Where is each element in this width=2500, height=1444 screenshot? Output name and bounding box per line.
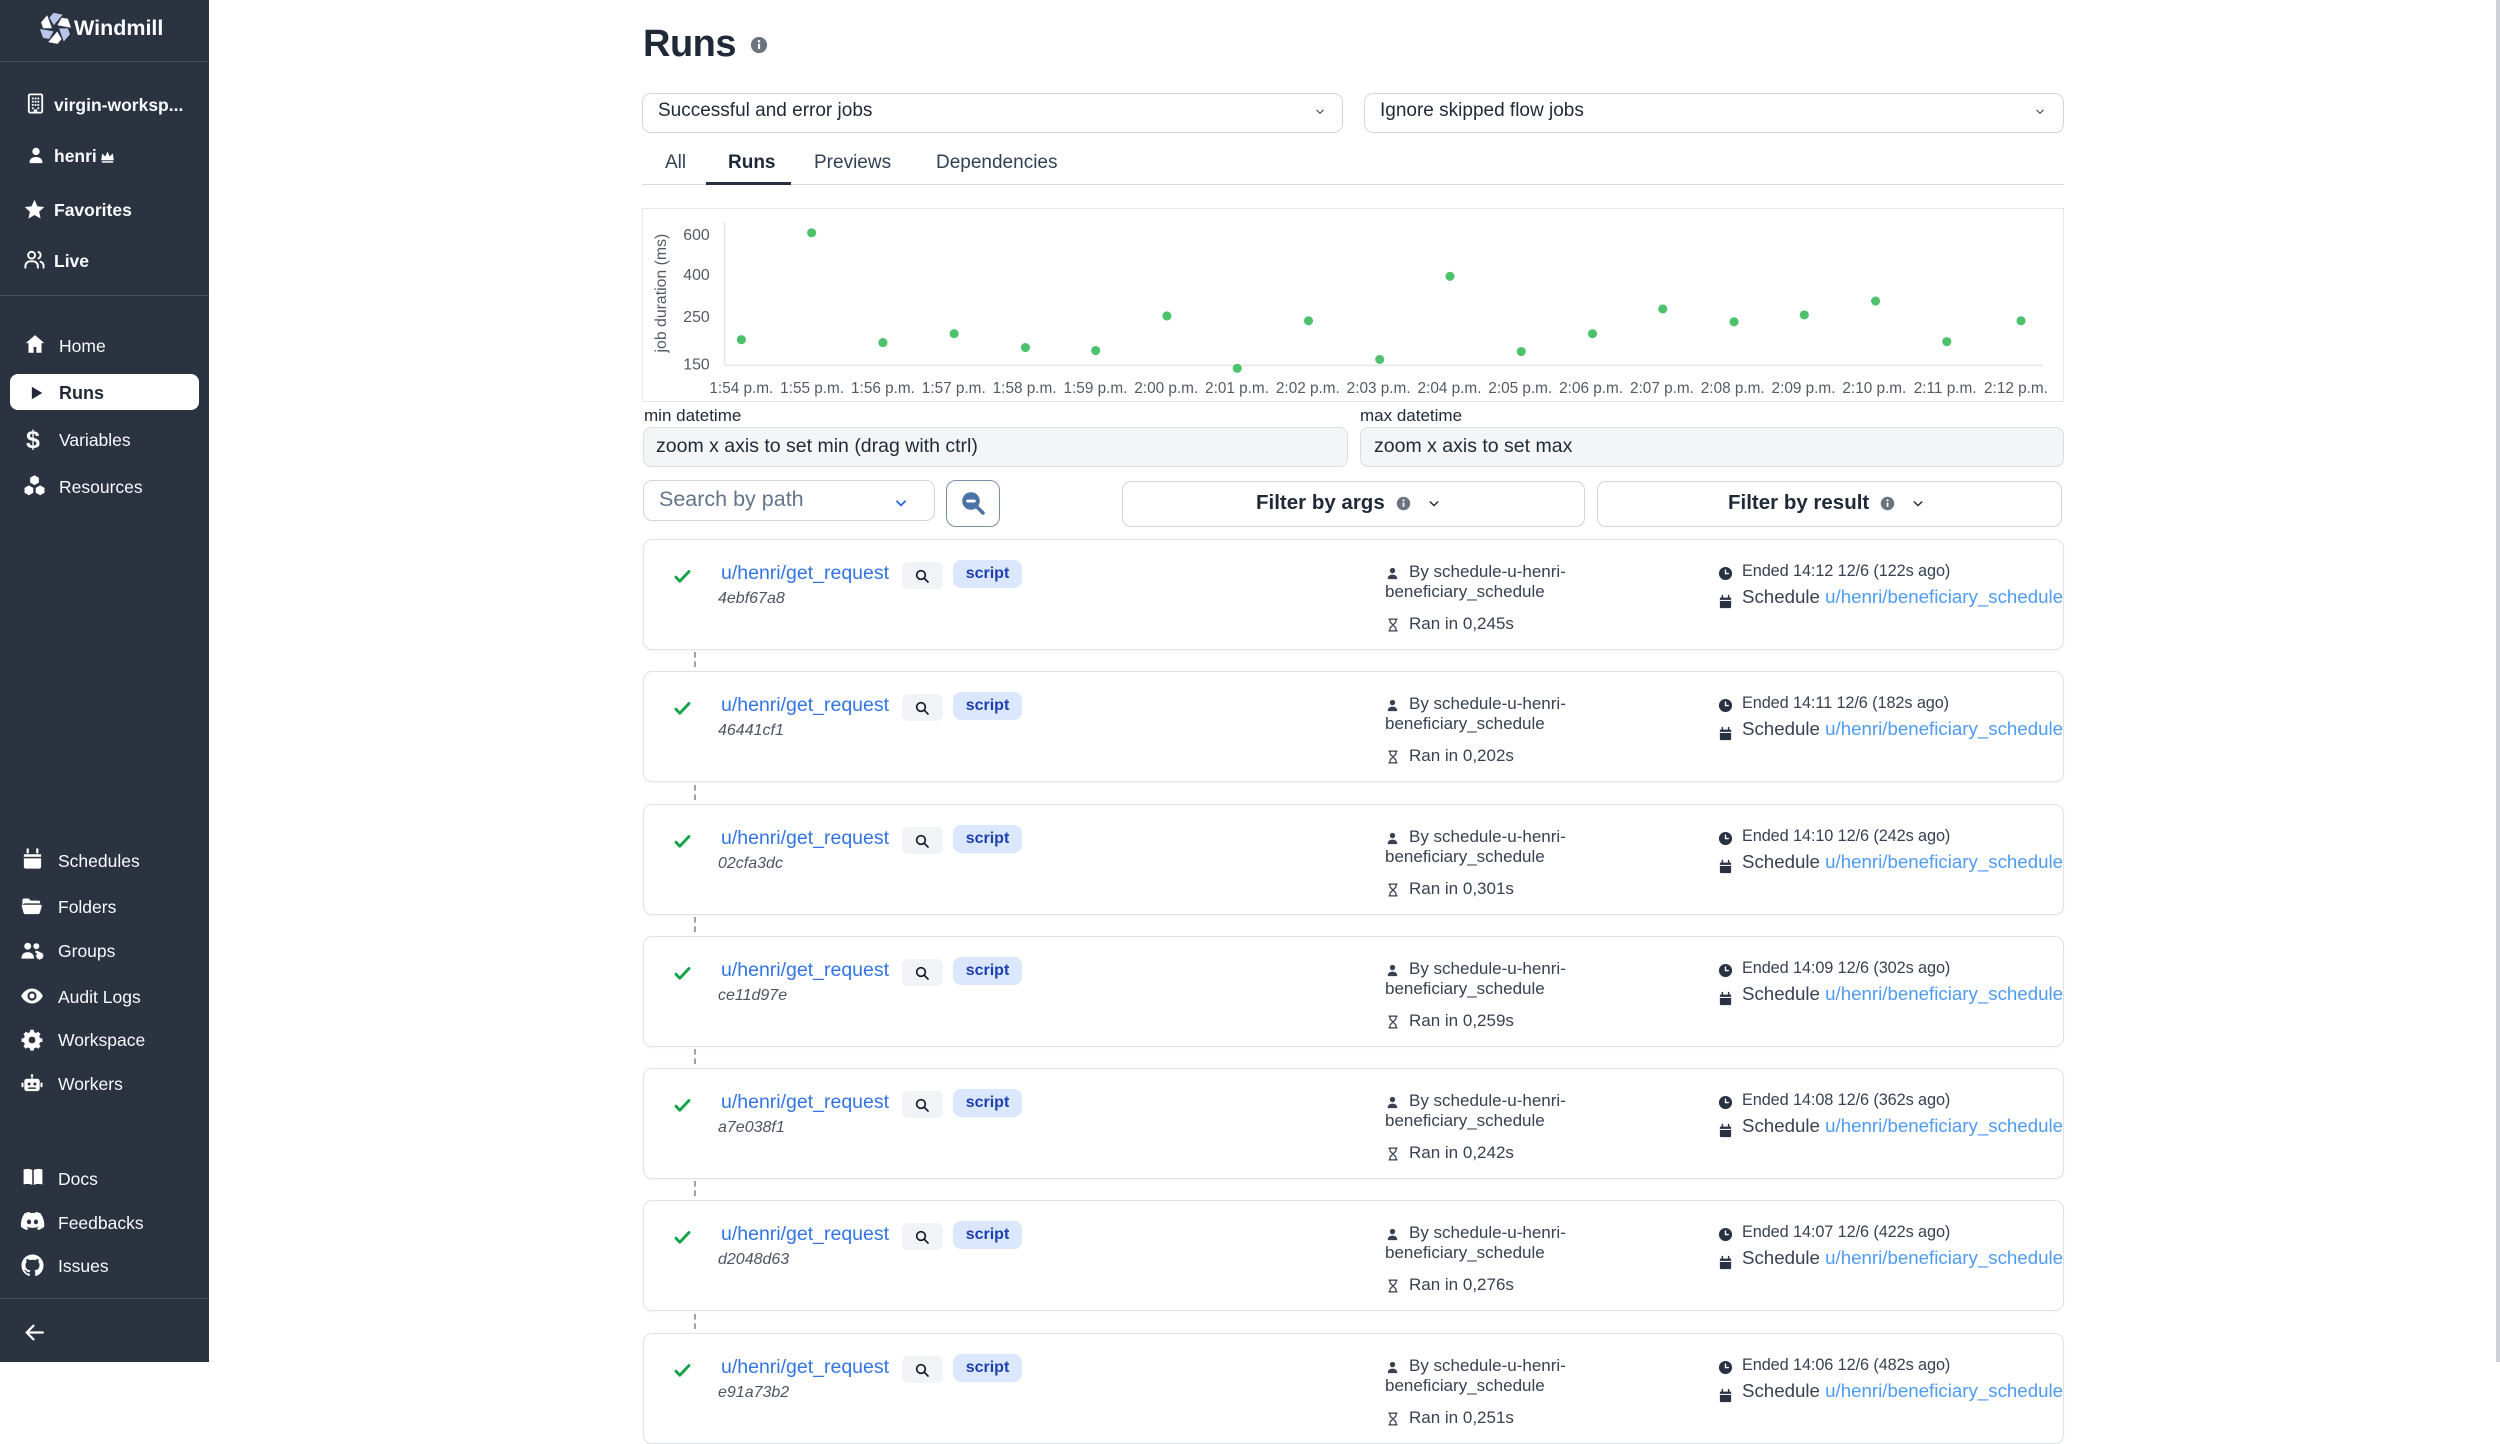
svg-text:2:04 p.m.: 2:04 p.m. (1418, 380, 1482, 397)
svg-text:1:55 p.m.: 1:55 p.m. (780, 380, 844, 397)
svg-text:2:07 p.m.: 2:07 p.m. (1630, 380, 1694, 397)
svg-text:2:10 p.m.: 2:10 p.m. (1842, 380, 1906, 397)
svg-text:1:58 p.m.: 1:58 p.m. (993, 380, 1057, 397)
svg-text:1:54 p.m.: 1:54 p.m. (709, 380, 773, 397)
svg-text:1:57 p.m.: 1:57 p.m. (922, 380, 986, 397)
svg-text:400: 400 (683, 267, 710, 284)
svg-text:1:59 p.m.: 1:59 p.m. (1064, 380, 1128, 397)
svg-text:2:02 p.m.: 2:02 p.m. (1276, 380, 1340, 397)
svg-text:job duration (ms): job duration (ms) (653, 234, 670, 354)
svg-text:2:11 p.m.: 2:11 p.m. (1914, 380, 1977, 397)
svg-text:2:05 p.m.: 2:05 p.m. (1488, 380, 1552, 397)
svg-text:2:00 p.m.: 2:00 p.m. (1134, 380, 1198, 397)
svg-text:2:12 p.m.: 2:12 p.m. (1984, 380, 2048, 397)
svg-text:2:08 p.m.: 2:08 p.m. (1701, 380, 1765, 397)
svg-text:1:56 p.m.: 1:56 p.m. (851, 380, 915, 397)
svg-text:600: 600 (683, 227, 710, 244)
svg-text:250: 250 (683, 309, 710, 326)
svg-text:150: 150 (683, 357, 710, 374)
svg-text:2:03 p.m.: 2:03 p.m. (1347, 380, 1411, 397)
svg-text:2:09 p.m.: 2:09 p.m. (1772, 380, 1836, 397)
svg-text:2:06 p.m.: 2:06 p.m. (1559, 380, 1623, 397)
svg-text:2:01 p.m.: 2:01 p.m. (1205, 380, 1269, 397)
